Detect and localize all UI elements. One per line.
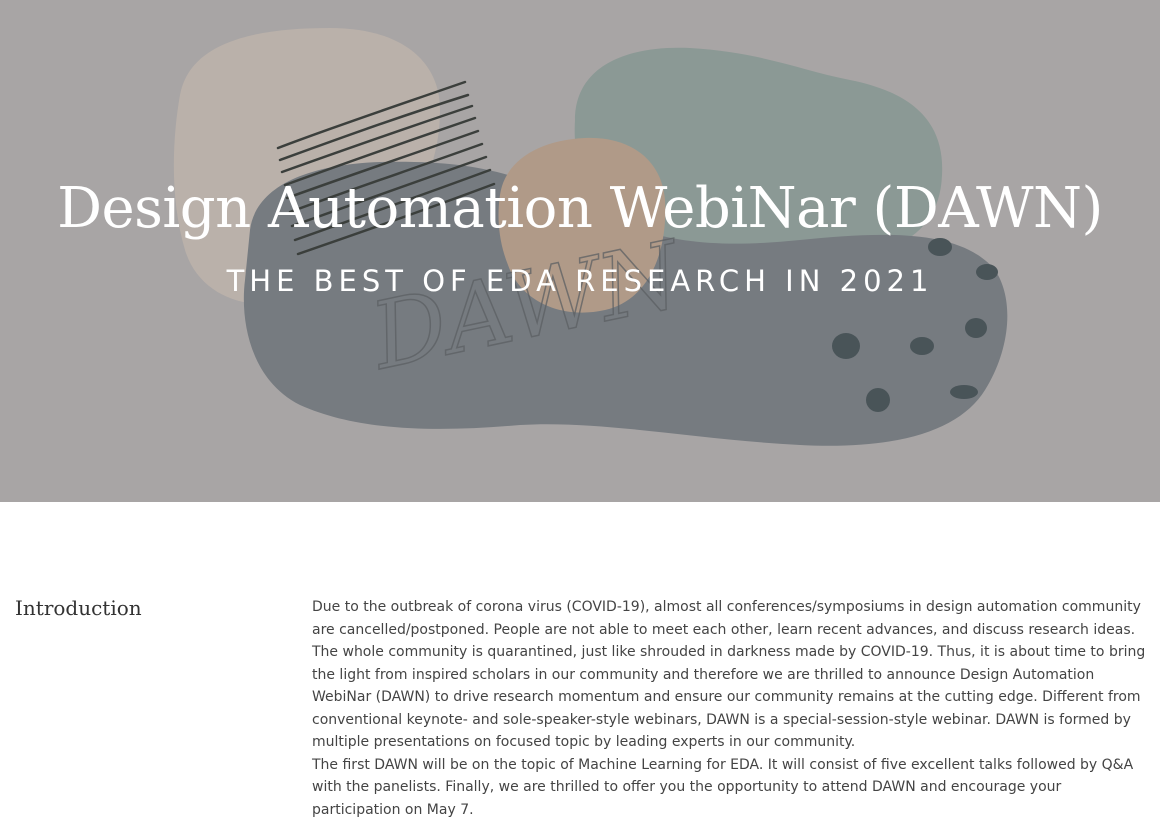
page-subtitle: THE BEST OF EDA RESEARCH IN 2021 bbox=[0, 264, 1160, 298]
introduction-paragraph: Due to the outbreak of corona virus (COV… bbox=[312, 596, 1154, 754]
introduction-heading: Introduction bbox=[15, 596, 142, 620]
hero-banner: DAWN Design Automation WebiNar (DAWN) TH… bbox=[0, 0, 1160, 502]
page-title: Design Automation WebiNar (DAWN) bbox=[0, 176, 1160, 241]
hero-artwork: DAWN bbox=[0, 0, 1160, 502]
introduction-paragraph: The first DAWN will be on the topic of M… bbox=[312, 754, 1154, 821]
introduction-body: Due to the outbreak of corona virus (COV… bbox=[312, 596, 1154, 821]
